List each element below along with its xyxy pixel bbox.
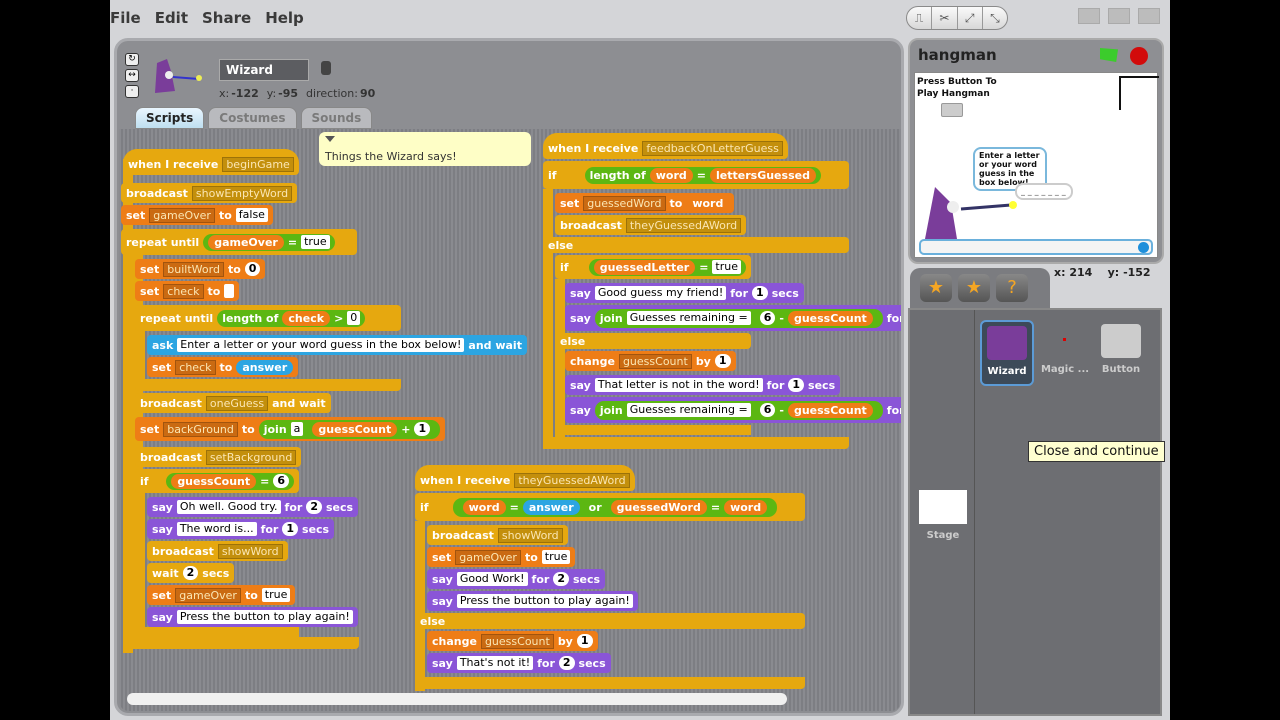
set-block[interactable]: set check to [135,281,239,301]
menu-help[interactable]: Help [265,9,304,27]
check-icon[interactable] [1138,242,1149,253]
broadcast-wait-block[interactable]: broadcast oneGuess and wait [135,393,331,413]
paint-sprite-icon[interactable]: ★ [920,274,952,302]
mouse-position: x: 214 y: -152 [1054,266,1151,279]
wizard-sprite [925,187,1017,239]
script-area[interactable]: Things the Wizard says! when I receive be… [119,129,901,711]
random-sprite-icon[interactable]: ? [996,274,1028,302]
set-block[interactable]: set gameOver to true [147,585,296,605]
else-label: else [543,237,849,253]
tooltip: Close and continue [1028,441,1165,462]
stamp-icon[interactable]: ⎍ [907,7,933,29]
grow-icon[interactable]: ⤢ [958,7,983,29]
when-receive-block[interactable]: when I receive beginGame [123,149,299,175]
broadcast-block[interactable]: broadcast theyGuessedAWord [555,215,747,235]
say-block[interactable]: say Press the button to play again! [427,591,638,611]
say-join-block[interactable]: say join Guesses remaining = 6- guessCount fo… [565,397,901,423]
say-for-block[interactable]: say Oh well. Good try. for 2 secs [147,497,359,517]
sprite-tile-wizard[interactable]: Wizard [980,320,1034,386]
scripts-panel: ↻ ↔ · Wizard x: -122 y: -95 direction: 90 Scrip… [114,38,904,716]
presentation-mode-icon[interactable] [1138,8,1160,24]
when-receive-block[interactable]: when I receive feedbackOnLetterGuess [543,133,788,159]
gallows-drawing [1119,76,1159,110]
broadcast-block[interactable]: broadcast setBackground [135,447,302,467]
stage-text: Press Button To Play Hangman [917,77,997,99]
small-stage-icon[interactable] [1108,8,1130,24]
normal-stage-icon[interactable] [1078,8,1100,24]
wizard-thumbnail [155,59,202,93]
say-join-block[interactable]: say join Guesses remaining = 6- guessCount fo… [565,305,901,331]
when-receive-block[interactable]: when I receive theyGuessedAWord [415,465,635,491]
if-else-block[interactable]: if length of word = lettersGuessed [543,161,849,189]
stage[interactable]: Press Button To Play Hangman Enter a let… [914,72,1159,258]
broadcast-block[interactable]: broadcast showEmptyWord [121,183,298,203]
broadcast-block[interactable]: broadcast showWord [147,541,288,561]
menu-bar: File Edit Share Help [110,0,1170,36]
lock-icon[interactable] [321,61,331,75]
stop-icon[interactable] [1130,47,1148,65]
sprite-coords: x: -122 y: -95 direction: 90 [219,87,376,100]
sprite-tools: ⎍ ✂ ⤢ ⤡ [906,6,1008,30]
say-for-block[interactable]: say Good Work! for 2 secs [427,569,606,589]
menu-share[interactable]: Share [202,9,251,27]
say-for-block[interactable]: say Good guess my friend! for 1 secs [565,283,804,303]
set-block[interactable]: set guessedWord to word [555,193,735,213]
menu-edit[interactable]: Edit [155,9,188,27]
set-block[interactable]: set gameOver to false [121,205,273,225]
change-block[interactable]: change guessCount by 1 [427,631,598,651]
say-for-block[interactable]: say That letter is not in the word! for 1 se… [565,375,841,395]
if-else-block[interactable]: if word = answer or guessedWord = word [415,493,805,521]
script-comment[interactable]: Things the Wizard says! [319,132,531,166]
sprite-name-field[interactable]: Wizard [219,59,309,81]
word-bubble: _ _ _ _ _ _ _ [1015,183,1073,200]
say-block[interactable]: say Press the button to play again! [147,607,358,627]
answer-input[interactable] [919,239,1153,255]
else-label: else [555,333,751,349]
shrink-icon[interactable]: ⤡ [983,7,1007,29]
change-block[interactable]: change guessCount by 1 [565,351,736,371]
tab-costumes[interactable]: Costumes [208,107,297,129]
stage-layout-buttons [1078,8,1160,24]
no-rotate-icon[interactable]: · [125,85,139,98]
repeat-until-block[interactable]: repeat until gameOver = true [121,229,357,255]
broadcast-block[interactable]: broadcast showWord [427,525,568,545]
set-block[interactable]: set gameOver to true [427,547,576,567]
if-else-block[interactable]: if guessedLetter = true [555,255,751,279]
else-label: else [415,613,805,629]
project-title: hangman [918,46,997,64]
say-for-block[interactable]: say The word is... for 1 secs [147,519,335,539]
if-block[interactable]: if guessCount = 6 [135,469,299,493]
stage-panel: hangman Press Button To Play Hangman Ent… [908,38,1164,264]
stage-button-sprite[interactable] [941,103,963,117]
repeat-until-block[interactable]: repeat until length of check >0 [135,305,401,331]
scratch-window: File Edit Share Help ⎍ ✂ ⤢ ⤡ ↻ ↔ · Wizard … [110,0,1170,720]
sprite-corral: Wizard Magic ... Button Stage [908,308,1162,716]
flip-icon[interactable]: ↔ [125,69,139,82]
sprite-tile-button[interactable]: Button [1094,320,1148,386]
tab-sounds[interactable]: Sounds [300,107,373,129]
new-sprite-buttons: ★ ★ ? [910,268,1050,308]
tab-scripts[interactable]: Scripts [135,107,205,129]
scissors-icon[interactable]: ✂ [932,7,958,29]
sprite-tile-magic[interactable]: Magic ... [1038,320,1092,386]
set-block[interactable]: set builtWord to 0 [135,259,266,279]
stage-tile[interactable]: Stage [916,486,970,552]
horizontal-scrollbar[interactable] [127,693,787,705]
say-for-block[interactable]: say That's not it! for 2 secs [427,653,611,673]
ask-block[interactable]: ask Enter a letter or your word guess in … [147,335,527,355]
set-block[interactable]: set check to answer [147,357,299,377]
choose-sprite-icon[interactable]: ★ [958,274,990,302]
rotate-icon[interactable]: ↻ [125,53,139,66]
menu-file[interactable]: File [110,9,141,27]
green-flag-icon[interactable] [1100,48,1118,62]
sprite-header: ↻ ↔ · Wizard x: -122 y: -95 direction: 90 Scrip… [117,41,901,129]
wait-block[interactable]: wait 2 secs [147,563,235,583]
set-block[interactable]: set backGround to join a guessCount +1 [135,417,446,441]
